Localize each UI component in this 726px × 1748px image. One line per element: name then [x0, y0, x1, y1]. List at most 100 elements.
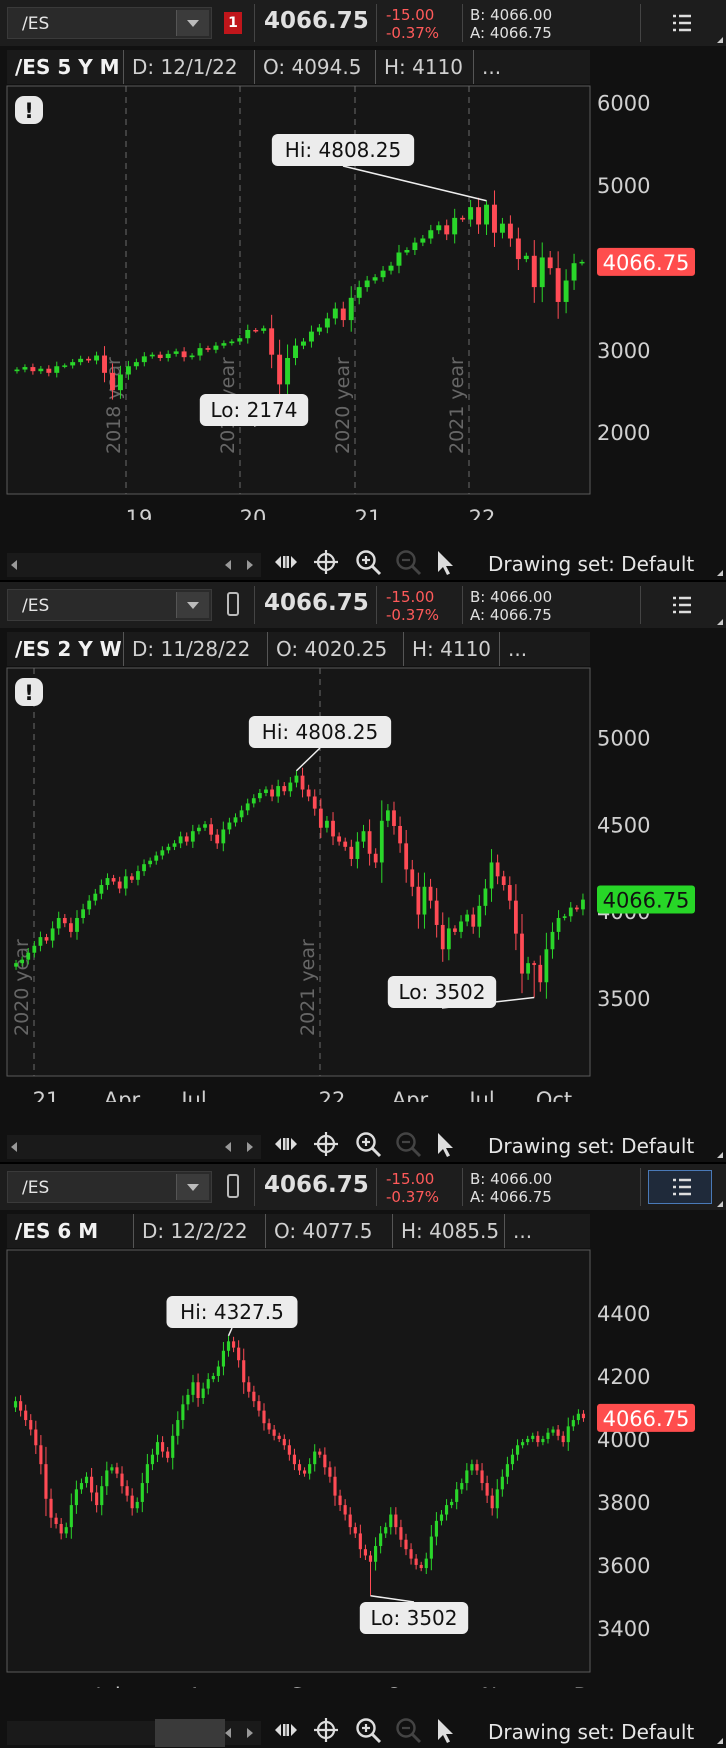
drawing-set-selector[interactable]: Drawing set: Default — [488, 552, 694, 576]
zoom-in-icon[interactable] — [354, 1716, 382, 1744]
candle-body — [20, 959, 25, 964]
cursor-icon[interactable] — [432, 1130, 460, 1158]
scroll-left-icon[interactable] — [11, 560, 17, 570]
scroll-left-icon[interactable] — [225, 1728, 231, 1738]
candle-body — [424, 1558, 428, 1569]
candle-body — [414, 1558, 418, 1565]
candle-body — [412, 242, 418, 251]
menu-list-icon[interactable] — [648, 6, 712, 40]
symbol-input[interactable]: /ES — [22, 14, 49, 34]
candle-body — [476, 207, 482, 225]
candle-body — [86, 358, 92, 361]
pan-icon[interactable] — [272, 1716, 300, 1744]
scroll-left-icon[interactable] — [225, 1142, 231, 1152]
symbol-selector[interactable]: /ES — [7, 1171, 212, 1203]
scroll-left-icon[interactable] — [225, 560, 231, 570]
net-change: -15.00 — [386, 588, 435, 606]
candle-body — [308, 1464, 312, 1474]
resize-corner-icon[interactable] — [717, 1738, 723, 1744]
candle-body — [471, 914, 476, 927]
chevron-down-icon[interactable] — [176, 592, 209, 618]
scroll-left-icon[interactable] — [11, 1142, 17, 1152]
candle-body — [318, 1451, 322, 1455]
candle-body — [32, 945, 37, 953]
resize-corner-icon[interactable] — [717, 570, 723, 576]
drawing-set-selector[interactable]: Drawing set: Default — [488, 1720, 694, 1744]
horizontal-scrollbar[interactable] — [7, 1135, 261, 1159]
horizontal-scrollbar[interactable] — [7, 1719, 261, 1747]
candle-body — [247, 1382, 251, 1392]
symbol-selector[interactable]: /ES — [7, 589, 212, 621]
candle-body — [176, 1420, 180, 1436]
scroll-right-icon[interactable] — [247, 1142, 253, 1152]
candle-body — [62, 918, 67, 924]
resize-corner-icon[interactable] — [717, 1201, 723, 1207]
pan-icon[interactable] — [272, 1130, 300, 1158]
scroll-right-icon[interactable] — [247, 560, 253, 570]
candle-body — [484, 204, 489, 225]
menu-list-icon[interactable] — [648, 588, 712, 622]
symbol-input[interactable]: /ES — [22, 596, 49, 616]
candle-body — [166, 846, 171, 851]
horizontal-scrollbar[interactable] — [7, 553, 261, 577]
crosshair-icon[interactable] — [312, 548, 340, 576]
resize-corner-icon[interactable] — [717, 619, 723, 625]
drawing-set-selector[interactable]: Drawing set: Default — [488, 1134, 694, 1158]
candle-body — [581, 1413, 586, 1419]
divider — [376, 586, 377, 624]
candle-body — [129, 876, 134, 880]
alert-icon[interactable]: ! — [15, 678, 43, 706]
price-chart[interactable]: Hi: 4327.5Lo: 35024400420040003800360034… — [0, 1210, 726, 1688]
candle-body — [165, 353, 171, 358]
chevron-down-icon[interactable] — [176, 10, 209, 36]
alert-icon-glyph: ! — [24, 99, 34, 123]
price-chart[interactable]: 2020 year 2021 year!Hi: 4808.25Lo: 350250… — [0, 628, 726, 1102]
resize-corner-icon[interactable] — [717, 1152, 723, 1158]
cursor-icon[interactable] — [432, 1716, 460, 1744]
candle-body — [510, 1454, 515, 1465]
price-chart[interactable]: 2018 year2019 year2020 year2021 year!Hi:… — [0, 46, 726, 520]
candle-body — [160, 850, 165, 856]
zoom-in-icon[interactable] — [354, 1130, 382, 1158]
divider — [640, 4, 641, 42]
show-lower-pane-button[interactable] — [155, 1719, 225, 1747]
pan-icon[interactable] — [272, 548, 300, 576]
zoom-out-icon[interactable] — [394, 1716, 422, 1744]
candle-body — [237, 1347, 241, 1361]
candle-body — [100, 1486, 104, 1506]
candle-body — [566, 1426, 570, 1443]
candle-body — [262, 1410, 266, 1424]
cursor-icon[interactable] — [432, 548, 460, 576]
resize-corner-icon[interactable] — [717, 37, 723, 43]
symbol-selector[interactable]: /ES — [7, 7, 212, 39]
menu-list-icon[interactable] — [648, 1170, 712, 1204]
candle-body — [325, 820, 329, 828]
symbol-toolbar: /ES 4066.75 -15.00 -0.37% B: 4066.00 A: … — [0, 582, 726, 628]
candle-body — [44, 937, 49, 941]
scroll-right-icon[interactable] — [247, 1728, 253, 1738]
divider — [640, 586, 641, 624]
lo-callout-text: Lo: 2174 — [210, 398, 297, 422]
hi-callout-text: Hi: 4327.5 — [180, 1300, 284, 1324]
zoom-in-icon[interactable] — [354, 548, 382, 576]
crosshair-icon[interactable] — [312, 1130, 340, 1158]
link-chain-icon[interactable] — [227, 1174, 239, 1198]
candle-body — [245, 803, 250, 811]
candle-body — [161, 1442, 165, 1452]
y-tick-label: 2000 — [597, 421, 650, 445]
chevron-down-icon[interactable] — [176, 1174, 209, 1200]
candle-body — [490, 1495, 494, 1509]
candle-body — [44, 1464, 48, 1499]
alert-icon[interactable]: ! — [15, 96, 43, 124]
symbol-input[interactable]: /ES — [22, 1178, 49, 1198]
y-tick-label: 4200 — [597, 1365, 650, 1389]
candle-body — [355, 841, 360, 859]
crosshair-icon[interactable] — [312, 1716, 340, 1744]
candle-body — [29, 1420, 33, 1430]
link-chain-icon[interactable] — [227, 592, 239, 616]
candle-body — [541, 1438, 545, 1443]
zoom-out-icon[interactable] — [394, 548, 422, 576]
candle-body — [410, 869, 415, 887]
link-group-badge[interactable]: 1 — [224, 12, 242, 34]
zoom-out-icon[interactable] — [394, 1130, 422, 1158]
